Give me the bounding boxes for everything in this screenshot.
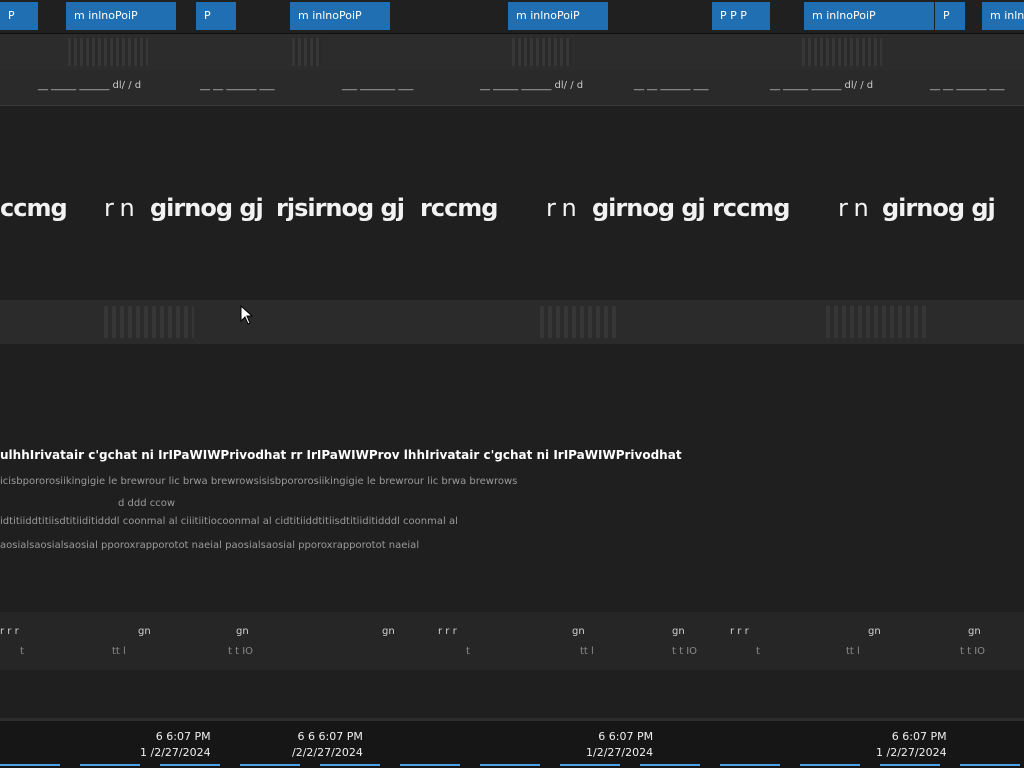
toolbar-ghost bbox=[802, 38, 882, 66]
clock-time: 6 6 6:07 PM bbox=[297, 730, 363, 743]
bookmark-item[interactable]: ___ _______ ___ bbox=[342, 80, 413, 91]
heading-text: ccmg bbox=[0, 194, 68, 222]
footer-link[interactable]: t t IO bbox=[228, 646, 253, 657]
bookmarks-bar: __ _____ ______ dl/ / d __ __ ______ ___… bbox=[0, 70, 1024, 106]
search-input[interactable] bbox=[0, 300, 1024, 344]
notice-line: aosialsaosialsaosial pporoxrapporotot na… bbox=[0, 540, 420, 551]
browser-tab[interactable]: P bbox=[196, 2, 236, 30]
footer-link[interactable]: t t IO bbox=[960, 646, 985, 657]
footer-links: r r r gn gn gn r r r gn gn r r r gn gn t… bbox=[0, 612, 1024, 670]
heading-text: girnog gj bbox=[882, 194, 996, 222]
mouse-cursor-icon bbox=[240, 305, 254, 325]
footer-link[interactable]: tt l bbox=[846, 646, 860, 657]
taskbar: 6 6:07 PM 1 /2/27/2024 6 6 6:07 PM /2/2/… bbox=[0, 718, 1024, 768]
notice-line: icisbpororosiikingigie le brewrour lic b… bbox=[0, 476, 518, 487]
footer-link[interactable]: t bbox=[756, 646, 760, 657]
heading-text: girnog gj bbox=[150, 194, 264, 222]
search-ghost bbox=[104, 306, 194, 338]
toolbar-ghost bbox=[292, 38, 322, 66]
heading-text: r n bbox=[546, 194, 577, 222]
footer-link[interactable]: gn bbox=[868, 626, 881, 637]
browser-tab[interactable]: P bbox=[935, 2, 965, 30]
notice-panel: ulhhIrivatair c'gchat ni IrIPaWIWPrivodh… bbox=[0, 440, 1024, 582]
browser-tab[interactable]: m inlnoPoiP bbox=[804, 2, 934, 30]
clock-date: 1 /2/27/2024 bbox=[876, 746, 947, 759]
footer-link[interactable]: gn bbox=[572, 626, 585, 637]
heading-text: rccmg bbox=[420, 194, 498, 222]
search-ghost bbox=[826, 306, 926, 338]
browser-tab[interactable]: m inlnoPoiP bbox=[290, 2, 390, 30]
footer-link[interactable]: r r r bbox=[0, 626, 19, 637]
search-ghost bbox=[540, 306, 620, 338]
system-clock[interactable]: 6 6:07 PM 1 /2/27/2024 bbox=[140, 729, 211, 761]
footer-link[interactable]: tt l bbox=[112, 646, 126, 657]
heading-text: r n bbox=[838, 194, 869, 222]
footer-link[interactable]: r r r bbox=[438, 626, 457, 637]
bookmark-item[interactable]: __ _____ ______ dl/ / d bbox=[38, 80, 141, 91]
footer-link[interactable]: gn bbox=[236, 626, 249, 637]
address-toolbar bbox=[0, 34, 1024, 70]
browser-tab[interactable]: m inlnoPoiP bbox=[66, 2, 176, 30]
system-clock[interactable]: 6 6:07 PM 1/2/27/2024 bbox=[586, 729, 653, 761]
footer-link[interactable]: r r r bbox=[730, 626, 749, 637]
taskbar-accent-line bbox=[0, 764, 1024, 766]
browser-tab[interactable]: m inlnoPoiP bbox=[982, 2, 1024, 30]
heading-text: r n bbox=[104, 194, 135, 222]
notice-line: d ddd ccow bbox=[118, 498, 176, 509]
toolbar-ghost bbox=[512, 38, 572, 66]
heading-text: rccmg bbox=[712, 194, 790, 222]
footer-link[interactable]: gn bbox=[672, 626, 685, 637]
footer-link[interactable]: gn bbox=[138, 626, 151, 637]
clock-date: 1 /2/27/2024 bbox=[140, 746, 211, 759]
heading-text: girnog gj bbox=[592, 194, 706, 222]
notice-title: ulhhIrivatair c'gchat ni IrIPaWIWPrivodh… bbox=[0, 448, 682, 462]
browser-tab[interactable]: P P P bbox=[712, 2, 770, 30]
footer-link[interactable]: tt l bbox=[580, 646, 594, 657]
system-clock[interactable]: 6 6 6:07 PM /2/2/27/2024 bbox=[292, 729, 363, 761]
bookmark-item[interactable]: __ __ ______ ___ bbox=[200, 80, 275, 91]
bookmark-item[interactable]: __ __ ______ ___ bbox=[634, 80, 709, 91]
bookmark-item[interactable]: __ _____ ______ dl/ / d bbox=[480, 80, 583, 91]
clock-time: 6 6:07 PM bbox=[155, 730, 211, 743]
clock-time: 6 6:07 PM bbox=[598, 730, 654, 743]
tab-strip: P m inlnoPoiP P m inlnoPoiP m inlnoPoiP … bbox=[0, 0, 1024, 34]
bookmark-item[interactable]: __ __ ______ ___ bbox=[930, 80, 1005, 91]
bookmark-item[interactable]: __ _____ ______ dl/ / d bbox=[770, 80, 873, 91]
clock-date: /2/2/27/2024 bbox=[292, 746, 363, 759]
clock-date: 1/2/27/2024 bbox=[586, 746, 654, 759]
toolbar-ghost bbox=[68, 38, 148, 66]
footer-link[interactable]: gn bbox=[382, 626, 395, 637]
browser-tab[interactable]: m inlnoPoiP bbox=[508, 2, 608, 30]
footer-link[interactable]: t bbox=[466, 646, 470, 657]
footer-link[interactable]: t bbox=[20, 646, 24, 657]
browser-tab[interactable]: P bbox=[0, 2, 38, 30]
heading-text: rjsirnog gj bbox=[276, 194, 405, 222]
footer-link[interactable]: t t IO bbox=[672, 646, 697, 657]
footer-link[interactable]: gn bbox=[968, 626, 981, 637]
page-heading: ccmg r n girnog gj rjsirnog gj rccmg r n… bbox=[0, 106, 1024, 298]
clock-time: 6 6:07 PM bbox=[891, 730, 947, 743]
system-clock[interactable]: 6 6:07 PM 1 /2/27/2024 bbox=[876, 729, 947, 761]
notice-line: idtitiiddtitiisdtitiiditidddl coonmal al… bbox=[0, 516, 458, 527]
